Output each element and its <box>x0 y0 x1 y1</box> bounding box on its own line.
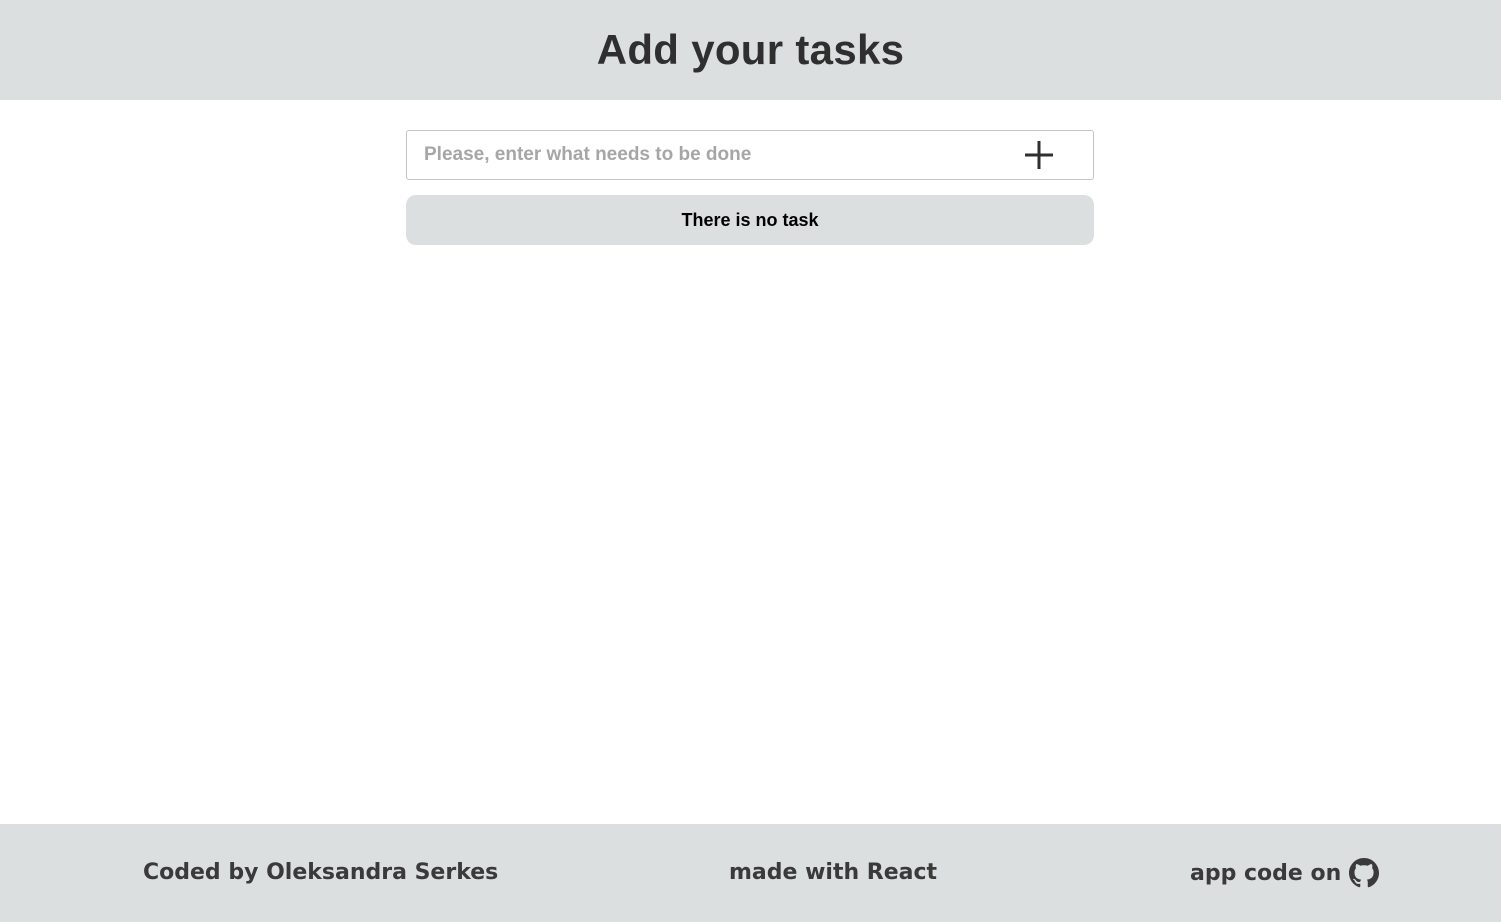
github-icon <box>1349 858 1380 888</box>
plus-icon <box>1025 141 1053 169</box>
add-task-button[interactable] <box>1019 135 1059 175</box>
page-title: Add your tasks <box>596 26 905 73</box>
author-credit: Coded by Oleksandra Serkes <box>143 860 499 885</box>
empty-task-message: There is no task <box>406 195 1094 245</box>
empty-task-text: There is no task <box>681 209 819 230</box>
github-link-label: app code on <box>1190 860 1342 886</box>
task-input[interactable] <box>407 131 1019 179</box>
todo-app: Add your tasks There is no task Coded by… <box>0 0 1501 922</box>
made-with-text: made with React <box>729 860 938 885</box>
page-header: Add your tasks <box>0 0 1501 100</box>
github-link[interactable]: app code on <box>1190 858 1380 888</box>
add-task-form <box>406 130 1094 180</box>
page-footer: Coded by Oleksandra Serkes made with Rea… <box>0 824 1501 922</box>
